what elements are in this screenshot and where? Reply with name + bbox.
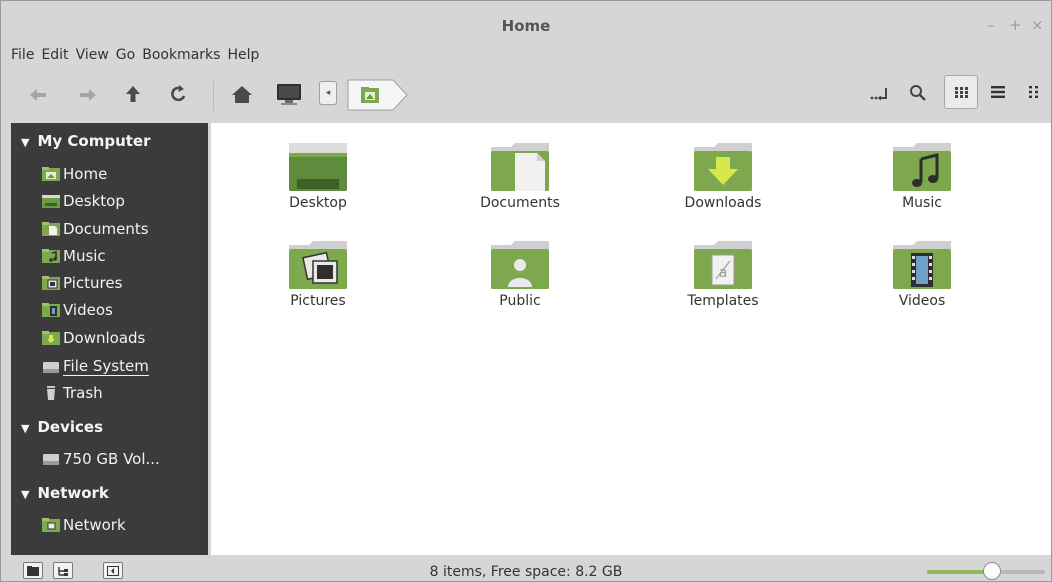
file-item[interactable]: Public [445,239,595,309]
music-folder-icon [42,249,60,263]
file-item[interactable]: Pictures [243,239,393,309]
maximize-button[interactable]: + [1009,16,1022,34]
minimize-button[interactable]: – [987,16,995,34]
menu-go[interactable]: Go [116,47,135,63]
desktop-folder-icon [289,143,347,191]
sidebar-section-network[interactable]: ▼ Network [11,484,109,502]
file-manager-window: Home – + × File Edit View Go Bookmarks H… [0,0,1052,582]
sidebar-item-pictures[interactable]: Pictures [41,274,122,292]
reload-icon[interactable] [169,84,189,104]
expand-triangle-icon: ▼ [21,422,30,435]
home-icon[interactable] [231,84,253,104]
file-item[interactable]: Videos [847,239,997,309]
menu-file[interactable]: File [11,47,34,63]
file-item[interactable]: Downloads [648,141,798,211]
path-left-arrow-icon: ◂ [325,88,331,98]
sidebar-item-trash[interactable]: Trash [41,384,103,402]
file-label: Music [902,195,942,211]
computer-icon[interactable] [275,82,303,106]
file-label: Desktop [289,195,347,211]
menu-bar: File Edit View Go Bookmarks Help [11,47,259,63]
toolbar: ◂ [1,75,1051,119]
sidebar-section-my-computer[interactable]: ▼ My Computer [11,132,151,150]
close-button[interactable]: × [1031,16,1044,34]
downloads-folder-icon [694,143,752,191]
zoom-slider-handle[interactable] [982,562,1001,580]
menu-edit[interactable]: Edit [41,47,68,63]
public-folder-icon [491,241,549,289]
pictures-folder-icon [289,241,347,289]
file-item[interactable]: Documents [445,141,595,211]
file-label: Public [499,293,541,309]
file-label: Documents [480,195,560,211]
back-arrow-icon[interactable] [29,87,47,103]
search-icon[interactable] [909,84,927,102]
file-label: Videos [898,293,946,309]
file-label: Downloads [684,195,762,211]
sidebar-item-downloads[interactable]: Downloads [41,329,145,347]
file-label: Templates [687,293,759,309]
up-arrow-icon[interactable] [125,85,141,103]
title-bar[interactable]: Home – + × [1,1,1051,41]
sidebar-section-devices[interactable]: ▼ Devices [11,418,103,436]
drive-icon [43,361,59,373]
music-folder-icon [893,143,951,191]
file-view[interactable]: Desktop Documents Downloads Music Pictur… [211,123,1051,555]
sidebar-item-volume[interactable]: 750 GB Vol... [41,450,160,468]
icon-view-button[interactable] [944,75,978,109]
file-item[interactable]: Music [847,141,997,211]
home-folder-icon [42,167,60,181]
breadcrumb-home[interactable] [347,79,409,111]
list-view-icon[interactable] [991,86,1005,98]
trash-icon [47,386,55,400]
sidebar-item-documents[interactable]: Documents [41,220,149,238]
path-left-button[interactable]: ◂ [319,81,337,105]
sidebar: ▼ My Computer Home Desktop Documents Mus… [11,123,208,555]
window-title: Home [501,17,551,35]
file-item[interactable]: Desktop [243,141,393,211]
menu-bookmarks[interactable]: Bookmarks [142,47,220,63]
sidebar-item-music[interactable]: Music [41,247,106,265]
sidebar-item-desktop[interactable]: Desktop [41,192,125,210]
menu-help[interactable]: Help [227,47,259,63]
network-folder-icon [42,518,60,532]
file-item[interactable]: a Templates [648,239,798,309]
videos-folder-icon [42,303,60,317]
menu-view[interactable]: View [76,47,109,63]
compact-view-icon[interactable] [1029,86,1043,98]
templates-folder-icon: a [694,241,752,289]
documents-folder-icon [42,222,60,236]
status-text: 8 items, Free space: 8.2 GB [429,564,623,580]
sidebar-item-videos[interactable]: Videos [41,301,113,319]
sidebar-item-network[interactable]: Network [41,516,126,534]
desktop-folder-icon [42,195,60,208]
svg-text:a: a [719,265,728,281]
expand-triangle-icon: ▼ [21,136,30,149]
downloads-folder-icon [42,331,60,345]
status-bar: 8 items, Free space: 8.2 GB [1,557,1051,581]
drive-icon [43,454,59,465]
pictures-folder-icon [42,276,60,290]
sidebar-item-file-system[interactable]: File System [41,357,149,376]
documents-folder-icon [491,143,549,191]
file-label: Pictures [290,293,346,309]
toolbar-separator [213,81,214,111]
videos-folder-icon [893,241,951,289]
icon-view-icon [955,87,968,98]
forward-arrow-icon[interactable] [79,87,97,103]
sidebar-item-home[interactable]: Home [41,165,107,183]
toggle-location-icon[interactable] [869,85,891,103]
expand-triangle-icon: ▼ [21,488,30,501]
